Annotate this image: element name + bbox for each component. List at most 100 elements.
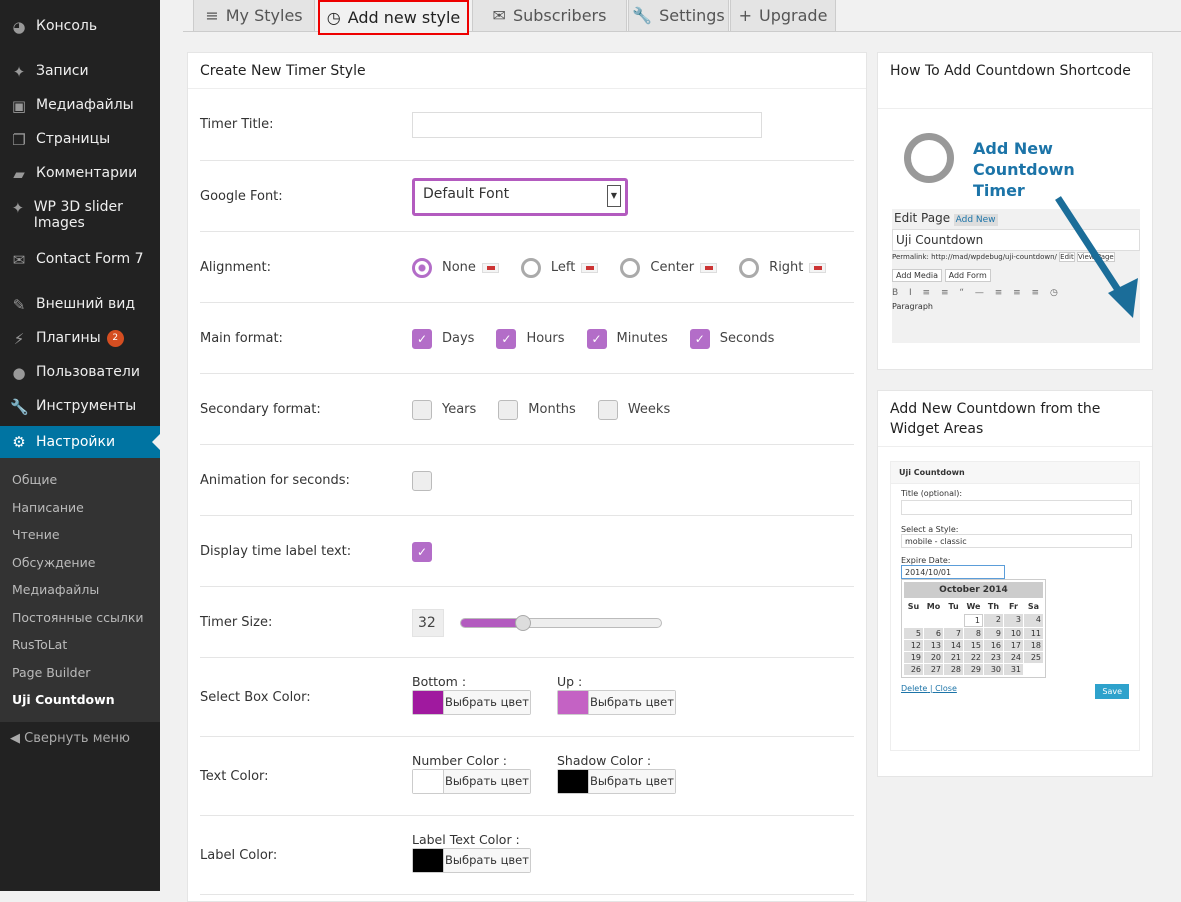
format-option[interactable]: ✓ Minutes — [586, 328, 668, 349]
submenu-item[interactable]: Page Builder — [12, 665, 90, 680]
timer-title-input[interactable] — [412, 112, 762, 138]
alignment-option[interactable]: None — [412, 257, 499, 278]
calendar-day: 18 — [1024, 640, 1043, 651]
timer-size-slider[interactable] — [460, 614, 662, 631]
checkbox[interactable] — [498, 399, 519, 420]
color-swatch — [413, 769, 444, 793]
option-label: Weeks — [627, 402, 671, 417]
field-control: Label Text Color : Выбрать цвет — [412, 832, 557, 873]
sidebar-item[interactable]: ⚡ Плагины 2 — [0, 330, 160, 348]
collapse-icon: ◀ — [10, 731, 25, 746]
sidebar-item[interactable]: ▰ Комментарии — [0, 165, 160, 183]
format-option[interactable]: ✓ Hours — [496, 328, 565, 349]
alignment-option[interactable]: Left — [520, 257, 599, 278]
checkbox[interactable]: ✓ — [496, 328, 517, 349]
sidebar-item[interactable]: ✎ Внешний вид — [0, 296, 160, 314]
google-font-select[interactable]: Default Font ▼ — [412, 177, 628, 216]
alignment-none-icon — [481, 262, 499, 273]
sidebar-item[interactable]: 🔧 Инструменты — [0, 398, 160, 416]
sidebar-item[interactable]: ✉ Contact Form 7 — [0, 251, 160, 269]
radio-button[interactable] — [739, 257, 760, 278]
format-option[interactable]: Years — [412, 399, 477, 420]
slider-handle[interactable] — [515, 614, 531, 631]
color-picker-button[interactable]: Выбрать цвет — [412, 847, 531, 873]
animation-checkbox[interactable] — [412, 470, 432, 491]
weekday-label: Su — [907, 602, 920, 611]
submenu-item[interactable]: Обсуждение — [12, 555, 95, 570]
radio-button[interactable] — [412, 257, 432, 278]
form-row-label-color: Label Color: Label Text Color : Выбрать цв… — [200, 816, 854, 895]
radio-button[interactable] — [520, 257, 541, 278]
format-option[interactable]: ✓ Days — [412, 328, 474, 349]
option-label: Seconds — [719, 331, 775, 346]
radio-button[interactable] — [620, 257, 641, 278]
sidebar-item[interactable]: ✦ WP 3D slider Images — [0, 199, 160, 231]
alignment-option[interactable]: Right — [739, 257, 827, 278]
color-picker: Shadow Color : Выбрать цвет — [557, 753, 676, 794]
widget-title: Uji Countdown — [891, 462, 1139, 484]
brush-icon: ✎ — [12, 296, 26, 314]
sidebar-item[interactable]: ❐ Страницы — [0, 131, 160, 149]
color-picker-button[interactable]: Выбрать цвет — [557, 768, 676, 794]
format-option[interactable]: Months — [498, 399, 576, 420]
sidebar-item[interactable]: ✦ Записи — [0, 63, 160, 81]
format-option[interactable]: Weeks — [597, 399, 671, 420]
banner-text: Add New Countdown Timer — [973, 139, 1075, 200]
color-picker-button[interactable]: Выбрать цвет — [412, 768, 531, 794]
clock-icon — [904, 133, 954, 183]
color-picker-button[interactable]: Выбрать цвет — [557, 689, 676, 715]
pages-icon: ❐ — [12, 131, 26, 149]
sidebar-item-settings[interactable]: ⚙ Настройки — [0, 426, 160, 458]
field-control: ✓ Days ✓ Hours ✓ Minutes ✓ Seconds — [412, 328, 796, 349]
calendar-blank — [944, 614, 963, 627]
style-label: Select a Style: — [901, 525, 959, 534]
pick-color-label: Выбрать цвет — [589, 690, 675, 714]
submenu-item[interactable]: Постоянные ссылки — [12, 610, 144, 625]
sidebar-item-label: Консоль — [36, 18, 98, 34]
submenu-item[interactable]: Медиафайлы — [12, 582, 99, 597]
field-control: 32 — [412, 608, 662, 637]
collapse-menu-button[interactable]: ◀ Свернуть меню — [10, 731, 130, 746]
tab-settings[interactable]: 🔧 Settings — [628, 0, 729, 32]
tab-add-new-style[interactable]: ◷ Add new style — [318, 0, 469, 35]
alignment-left-icon — [581, 262, 599, 273]
format-option[interactable]: ✓ Seconds — [689, 328, 775, 349]
submenu-item[interactable]: Общие — [12, 472, 57, 487]
submenu-item[interactable]: Написание — [12, 500, 84, 515]
tab-my-styles[interactable]: ≡ My Styles — [193, 0, 315, 32]
timer-size-value[interactable]: 32 — [412, 608, 444, 637]
user-icon: ● — [12, 364, 26, 382]
weekday-label: Mo — [926, 602, 941, 611]
display_label-checkbox[interactable]: ✓ — [412, 541, 432, 562]
alignment-option[interactable]: Center — [620, 257, 718, 278]
checkbox[interactable] — [597, 399, 618, 420]
tab-label: Settings — [659, 6, 725, 25]
sidebar-item[interactable]: ● Пользователи — [0, 364, 160, 382]
form-row-box-color: Select Box Color: Bottom : Выбрать цвет Up … — [200, 658, 854, 737]
calendar-day: 12 — [904, 640, 923, 651]
calendar-day: 14 — [944, 640, 963, 651]
color-swatch — [413, 690, 444, 714]
option-label: Years — [442, 402, 477, 417]
field-label: Timer Size: — [200, 614, 273, 630]
checkbox[interactable] — [412, 399, 432, 420]
checkbox[interactable]: ✓ — [586, 328, 607, 349]
menu-icon: ≡ — [205, 6, 219, 25]
checkbox[interactable]: ✓ — [412, 328, 432, 349]
option-label: None — [442, 260, 476, 275]
calendar-day: 29 — [964, 664, 983, 675]
sidebar-item[interactable]: ◕ Консоль — [0, 18, 160, 36]
sidebar-item[interactable]: ▣ Медиафайлы — [0, 97, 160, 115]
option-label: Minutes — [616, 331, 668, 346]
permalink-text: Permalink: http://mad/wpdebug/uji-countd… — [892, 253, 1057, 261]
tab-subscribers[interactable]: ✉ Subscribers — [472, 0, 627, 32]
submenu-item[interactable]: RusToLat — [12, 637, 67, 652]
submenu-item[interactable]: Uji Countdown — [12, 692, 115, 707]
tab-upgrade[interactable]: + Upgrade — [730, 0, 836, 32]
submenu-item[interactable]: Чтение — [12, 527, 60, 542]
pick-color-label: Выбрать цвет — [444, 690, 530, 714]
calendar-month: October 2014 — [904, 582, 1043, 598]
expire-label: Expire Date: — [901, 556, 951, 565]
color-picker-button[interactable]: Выбрать цвет — [412, 689, 531, 715]
checkbox[interactable]: ✓ — [689, 328, 710, 349]
